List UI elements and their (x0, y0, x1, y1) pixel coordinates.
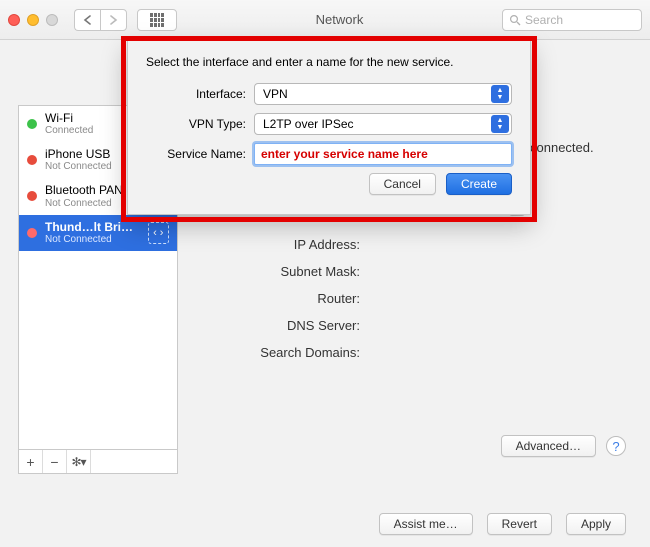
search-input[interactable]: Search (502, 9, 642, 31)
sidebar-item-status: Not Connected (45, 234, 140, 245)
revert-button[interactable]: Revert (487, 513, 552, 535)
gear-icon: ✻▾ (71, 455, 85, 469)
interface-select-value: VPN (263, 87, 288, 101)
assist-me-button[interactable]: Assist me… (379, 513, 473, 535)
sidebar-item-name: Wi-Fi (45, 112, 93, 125)
interface-label: Interface: (146, 87, 246, 101)
status-dot-icon (27, 119, 37, 129)
interface-select[interactable]: VPN ▲▼ (254, 83, 512, 105)
show-all-button[interactable] (137, 9, 177, 31)
zoom-icon[interactable] (46, 14, 58, 26)
ip-address-label: IP Address: (200, 237, 360, 252)
chevron-updown-icon: ▲▼ (491, 115, 509, 133)
service-name-label: Service Name: (146, 147, 246, 161)
grid-icon (150, 13, 164, 27)
window-controls (8, 14, 58, 26)
nav-buttons (74, 9, 127, 31)
forward-button[interactable] (100, 9, 127, 31)
back-button[interactable] (74, 9, 100, 31)
search-domains-label: Search Domains: (200, 345, 360, 360)
sidebar-item-status: Connected (45, 125, 93, 136)
vpn-type-select-value: L2TP over IPSec (263, 117, 354, 131)
apply-button[interactable]: Apply (566, 513, 626, 535)
search-placeholder: Search (525, 13, 563, 27)
vpn-type-label: VPN Type: (146, 117, 246, 131)
sidebar-item-name: iPhone USB (45, 148, 112, 161)
sidebar-item-status: Not Connected (45, 161, 112, 172)
new-service-sheet: Select the interface and enter a name fo… (127, 40, 531, 215)
sidebar-item-status: Not Connected (45, 198, 123, 209)
interface-details: IP Address: Subnet Mask: Router: DNS Ser… (200, 237, 360, 372)
cancel-button[interactable]: Cancel (369, 173, 436, 195)
footer-buttons: Assist me… Revert Apply (379, 513, 626, 535)
status-dot-icon (27, 191, 37, 201)
sidebar-item-thunderbolt-bridge[interactable]: Thund…lt Bridge Not Connected ‹ › (19, 215, 177, 251)
subnet-mask-label: Subnet Mask: (200, 264, 360, 279)
titlebar: Network Search (0, 0, 650, 40)
search-icon (509, 14, 521, 26)
create-button[interactable]: Create (446, 173, 512, 195)
service-options-button[interactable]: ✻▾ (67, 450, 91, 473)
remove-service-button[interactable]: − (43, 450, 67, 473)
status-connected-text: connected. (530, 140, 594, 155)
help-button[interactable]: ? (606, 436, 626, 456)
minimize-icon[interactable] (27, 14, 39, 26)
sheet-prompt: Select the interface and enter a name fo… (146, 55, 512, 69)
service-name-input[interactable] (254, 143, 512, 165)
status-dot-icon (27, 155, 37, 165)
chevron-updown-icon: ▲▼ (491, 85, 509, 103)
vpn-type-select[interactable]: L2TP over IPSec ▲▼ (254, 113, 512, 135)
window-title: Network (187, 12, 492, 27)
sidebar-tools: + − ✻▾ (18, 450, 178, 474)
dns-server-label: DNS Server: (200, 318, 360, 333)
status-dot-icon (27, 228, 37, 238)
sidebar-item-name: Thund…lt Bridge (45, 221, 140, 234)
advanced-button[interactable]: Advanced… (501, 435, 596, 457)
router-label: Router: (200, 291, 360, 306)
close-icon[interactable] (8, 14, 20, 26)
add-service-button[interactable]: + (19, 450, 43, 473)
reorder-handle-icon[interactable]: ‹ › (148, 222, 169, 244)
content: Wi-Fi Connected iPhone USB Not Connected… (0, 40, 650, 547)
sidebar-item-name: Bluetooth PAN (45, 184, 123, 197)
